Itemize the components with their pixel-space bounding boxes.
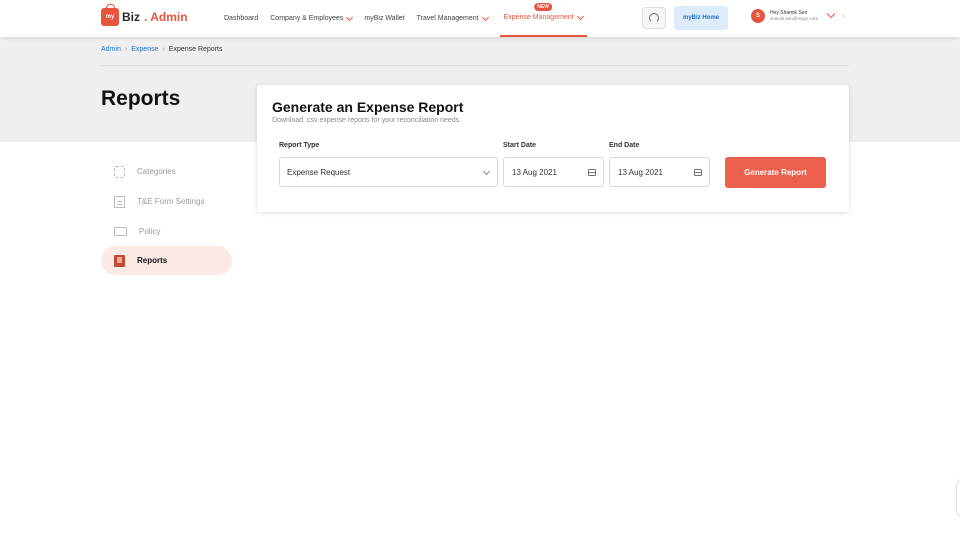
avatar: S bbox=[751, 9, 765, 23]
chevron-down-icon bbox=[346, 13, 354, 21]
page-title: Reports bbox=[101, 87, 181, 110]
logo-bag-text: my bbox=[105, 14, 115, 20]
nav-expense-management[interactable]: NEW Expense Management bbox=[499, 0, 587, 37]
form-settings-icon bbox=[114, 195, 125, 208]
sidebar-item-label: Reports bbox=[137, 256, 168, 265]
report-type-value: Expense Request bbox=[287, 167, 351, 177]
nav-company-employees-label: Company & Employees bbox=[270, 15, 344, 22]
headset-icon bbox=[649, 13, 659, 23]
report-type-label: Report Type bbox=[279, 142, 320, 149]
breadcrumb-separator-icon: › bbox=[162, 46, 165, 53]
main-nav: Dashboard Company & Employees myBiz Wall… bbox=[224, 0, 599, 37]
nav-mybiz-wallet[interactable]: myBiz Wallet bbox=[364, 0, 404, 37]
breadcrumb-expense[interactable]: Expense bbox=[131, 46, 158, 53]
sidebar-item-categories[interactable]: Categories bbox=[101, 157, 232, 186]
nav-expense-management-label: Expense Management bbox=[503, 14, 574, 21]
start-date-input[interactable]: 13 Aug 2021 bbox=[503, 157, 604, 187]
chevron-down-icon[interactable] bbox=[826, 9, 836, 19]
support-button[interactable] bbox=[642, 7, 666, 29]
user-email: shamik.sen@mygo.com bbox=[770, 16, 819, 21]
end-date-label: End Date bbox=[609, 142, 640, 149]
nav-dashboard[interactable]: Dashboard bbox=[224, 0, 258, 37]
top-header: my Biz . Admin Dashboard Company & Emplo… bbox=[0, 0, 960, 37]
breadcrumb-admin[interactable]: Admin bbox=[101, 46, 121, 53]
mybiz-admin-logo[interactable]: my Biz . Admin bbox=[101, 4, 188, 26]
breadcrumb: Admin › Expense › Expense Reports bbox=[101, 46, 222, 53]
nav-company-employees[interactable]: Company & Employees bbox=[270, 0, 354, 37]
categories-icon bbox=[114, 165, 125, 178]
user-menu[interactable]: S Hey Shamik Sen shamik.sen@mygo.com › bbox=[751, 9, 844, 23]
chevron-right-icon[interactable]: › bbox=[842, 13, 844, 20]
generate-report-button[interactable]: Generate Report bbox=[725, 157, 826, 188]
sidebar-item-policy[interactable]: Policy bbox=[101, 217, 232, 246]
logo-text: Biz bbox=[122, 10, 140, 24]
end-date-input[interactable]: 13 Aug 2021 bbox=[609, 157, 710, 187]
mybiz-home-button[interactable]: myBiz Home bbox=[674, 6, 728, 30]
user-info: Hey Shamik Sen shamik.sen@mygo.com bbox=[770, 10, 818, 22]
start-date-label: Start Date bbox=[503, 142, 537, 149]
nav-mybiz-wallet-label: myBiz Wallet bbox=[364, 15, 405, 22]
sidebar-item-te-form-settings[interactable]: T&E Form Settings bbox=[101, 187, 232, 216]
sidebar-item-reports[interactable]: Reports bbox=[101, 246, 232, 275]
calendar-icon[interactable] bbox=[694, 169, 702, 176]
card-title: Generate an Expense Report bbox=[272, 99, 464, 115]
sidebar-item-label: Categories bbox=[137, 167, 176, 176]
new-badge: NEW bbox=[534, 3, 552, 11]
generate-report-card: Generate an Expense Report Download .csv… bbox=[257, 85, 849, 212]
start-date-value: 13 Aug 2021 bbox=[512, 167, 557, 177]
nav-travel-management[interactable]: Travel Management bbox=[416, 0, 489, 37]
logo-admin-text: . Admin bbox=[144, 10, 188, 24]
breadcrumb-current: Expense Reports bbox=[168, 46, 223, 53]
policy-icon bbox=[114, 227, 127, 236]
chevron-down-icon bbox=[576, 12, 584, 20]
calendar-icon[interactable] bbox=[588, 169, 596, 176]
sidebar-item-label: T&E Form Settings bbox=[137, 197, 205, 206]
divider bbox=[101, 65, 849, 66]
card-subtitle: Download .csv expense reports for your r… bbox=[272, 117, 462, 124]
breadcrumb-separator-icon: › bbox=[124, 46, 128, 53]
nav-travel-management-label: Travel Management bbox=[416, 15, 479, 22]
nav-dashboard-label: Dashboard bbox=[224, 15, 259, 22]
shopping-bag-icon: my bbox=[101, 4, 119, 26]
chevron-down-icon bbox=[481, 13, 489, 21]
report-type-select[interactable]: Expense Request bbox=[279, 157, 498, 187]
reports-icon bbox=[114, 254, 125, 267]
end-date-value: 13 Aug 2021 bbox=[618, 167, 663, 177]
chevron-down-icon bbox=[482, 167, 491, 176]
floating-widget-edge[interactable] bbox=[956, 478, 960, 518]
sidebar-item-label: Policy bbox=[139, 227, 161, 236]
